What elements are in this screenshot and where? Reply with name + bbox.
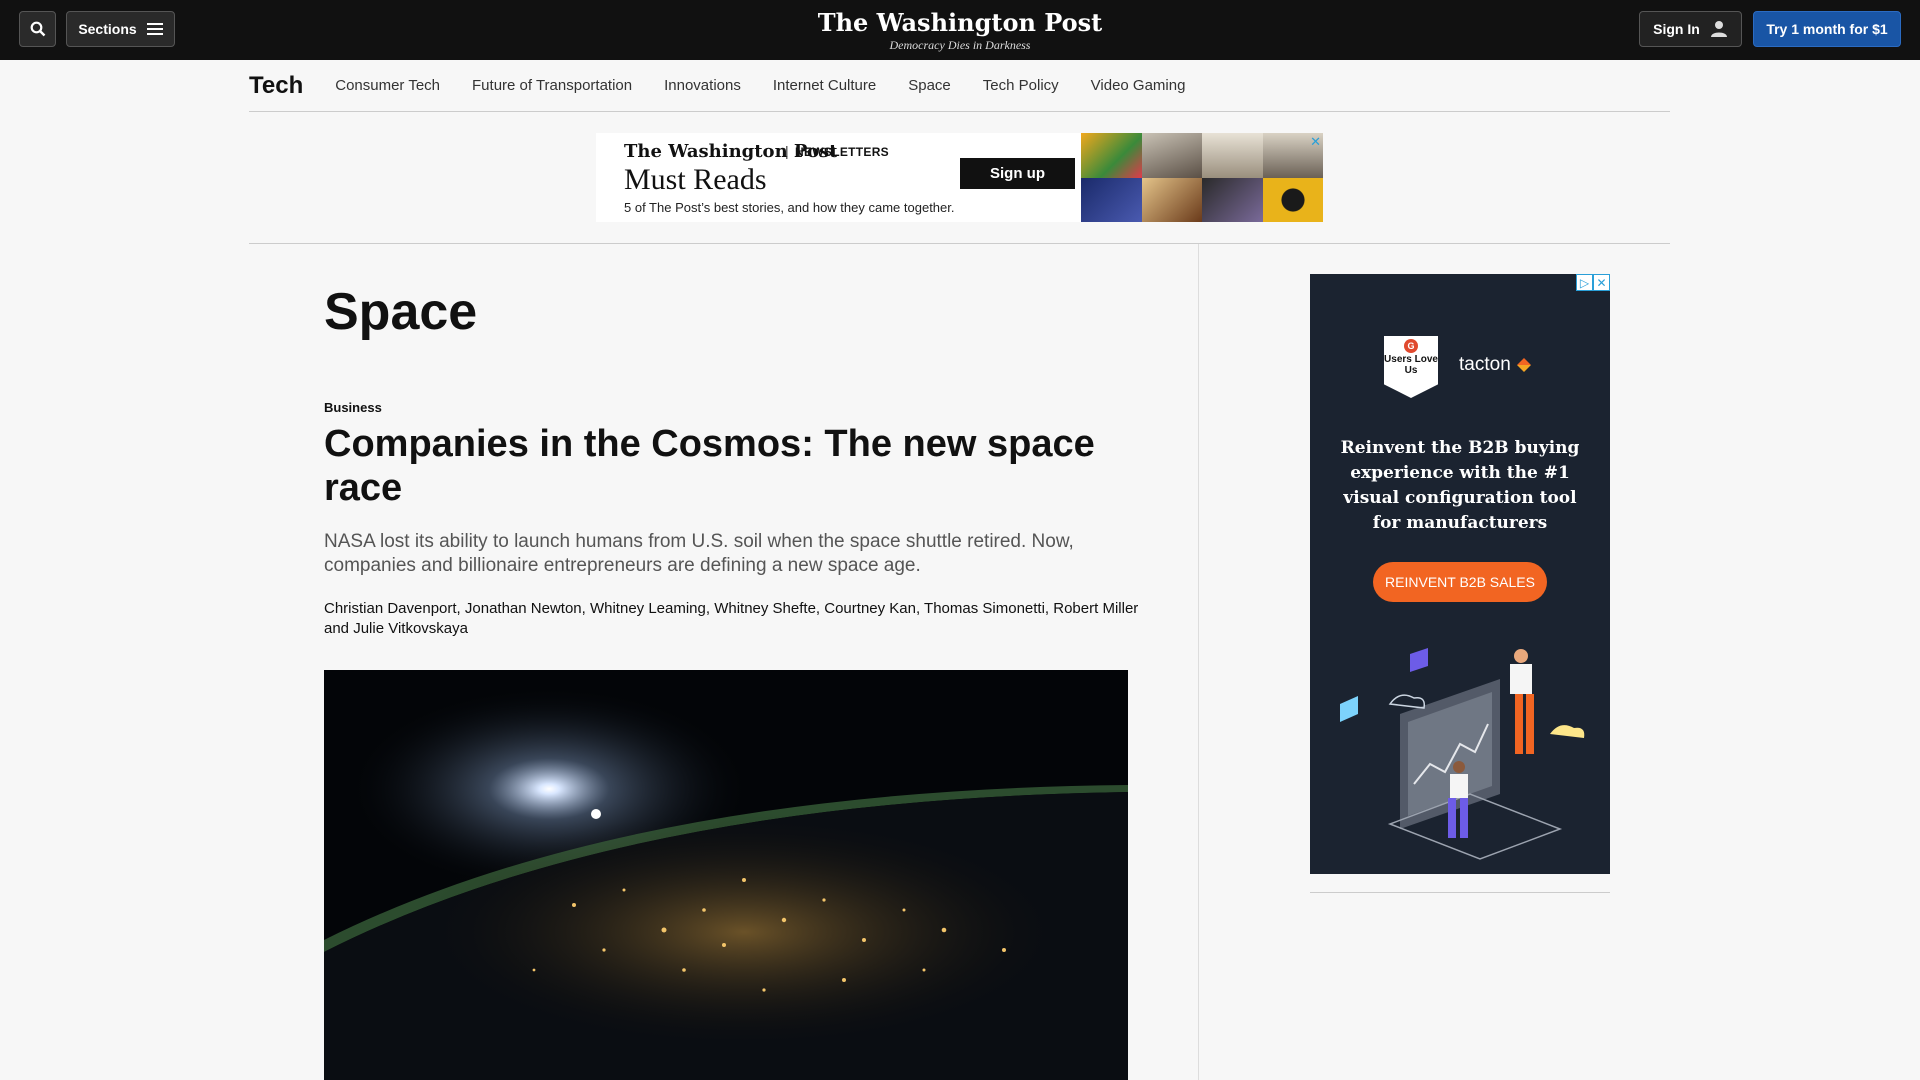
sign-in-label: Sign In bbox=[1653, 21, 1700, 37]
newsletter-separator: | bbox=[785, 143, 789, 159]
section-nav: Tech Consumer Tech Future of Transportat… bbox=[249, 60, 1670, 112]
nav-link-innovations[interactable]: Innovations bbox=[664, 77, 741, 94]
section-title[interactable]: Tech bbox=[249, 72, 303, 100]
main-column: Space Business Companies in the Cosmos: … bbox=[249, 244, 1199, 1080]
sections-label: Sections bbox=[78, 21, 137, 37]
nav-link-space[interactable]: Space bbox=[908, 77, 951, 94]
sidebar-ad[interactable]: ▷ ✕ G Users Love Us tacton Reinvent the … bbox=[1310, 274, 1610, 874]
nav-link-future-of-transportation[interactable]: Future of Transportation bbox=[472, 77, 632, 94]
badge-text: Users Love Us bbox=[1384, 354, 1438, 376]
newsletter-label: NEWSLETTERS bbox=[795, 145, 889, 159]
story-headline[interactable]: Companies in the Cosmos: The new space r… bbox=[324, 422, 1144, 510]
user-icon bbox=[1710, 21, 1727, 37]
earth-at-night-image bbox=[324, 670, 1128, 1080]
newsletter-description: 5 of The Post’s best stories, and how th… bbox=[624, 200, 955, 215]
nav-link-internet-culture[interactable]: Internet Culture bbox=[773, 77, 876, 94]
g2-logo: G bbox=[1404, 339, 1418, 353]
ad-illustration bbox=[1340, 648, 1585, 860]
adchoices-icon[interactable]: ▷ bbox=[1576, 274, 1593, 291]
search-button[interactable] bbox=[19, 11, 56, 47]
nav-link-video-gaming[interactable]: Video Gaming bbox=[1091, 77, 1186, 94]
newsletter-signup-button[interactable]: Sign up bbox=[960, 158, 1075, 189]
story-dek: NASA lost its ability to launch humans f… bbox=[324, 531, 1074, 576]
sections-button[interactable]: Sections bbox=[66, 11, 175, 47]
masthead[interactable]: The Washington Post Democracy Dies in Da… bbox=[760, 8, 1160, 53]
ad-copy: Reinvent the B2B buying experience with … bbox=[1340, 438, 1580, 533]
tacton-logo-icon bbox=[1516, 358, 1531, 372]
nav-link-consumer-tech[interactable]: Consumer Tech bbox=[335, 77, 440, 94]
ad-brand-name: tacton bbox=[1459, 354, 1511, 375]
story-byline: Christian Davenport, Jonathan Newton, Wh… bbox=[324, 600, 1139, 637]
subscribe-button[interactable]: Try 1 month for $1 bbox=[1753, 11, 1901, 47]
newsletter-ad[interactable]: The Washington Post | NEWSLETTERS Must R… bbox=[596, 133, 1323, 222]
ad-close-icon[interactable]: ✕ bbox=[1310, 134, 1321, 150]
newsletter-collage-image bbox=[1081, 133, 1323, 222]
site-logo[interactable]: The Washington Post bbox=[760, 8, 1160, 37]
top-bar: Sections The Washington Post Democracy D… bbox=[0, 0, 1920, 60]
nav-link-tech-policy[interactable]: Tech Policy bbox=[983, 77, 1059, 94]
ad-close-icon[interactable]: ✕ bbox=[1593, 274, 1610, 291]
ad-brand: tacton bbox=[1459, 354, 1533, 376]
adchoices[interactable]: ▷ ✕ bbox=[1576, 274, 1610, 291]
g2-badge: G Users Love Us bbox=[1384, 336, 1438, 398]
story-hero-image[interactable] bbox=[324, 670, 1128, 1080]
tagline: Democracy Dies in Darkness bbox=[889, 38, 1031, 52]
ad-cta-button[interactable]: REINVENT B2B SALES bbox=[1373, 562, 1547, 602]
page-title: Space bbox=[324, 283, 478, 341]
ad-banner-area: The Washington Post | NEWSLETTERS Must R… bbox=[249, 112, 1670, 244]
sidebar-divider bbox=[1310, 892, 1610, 893]
search-icon bbox=[30, 21, 45, 37]
sign-in-button[interactable]: Sign In bbox=[1639, 11, 1742, 47]
story-kicker[interactable]: Business bbox=[324, 400, 382, 415]
menu-icon bbox=[146, 23, 163, 35]
newsletter-title: Must Reads bbox=[624, 163, 767, 196]
